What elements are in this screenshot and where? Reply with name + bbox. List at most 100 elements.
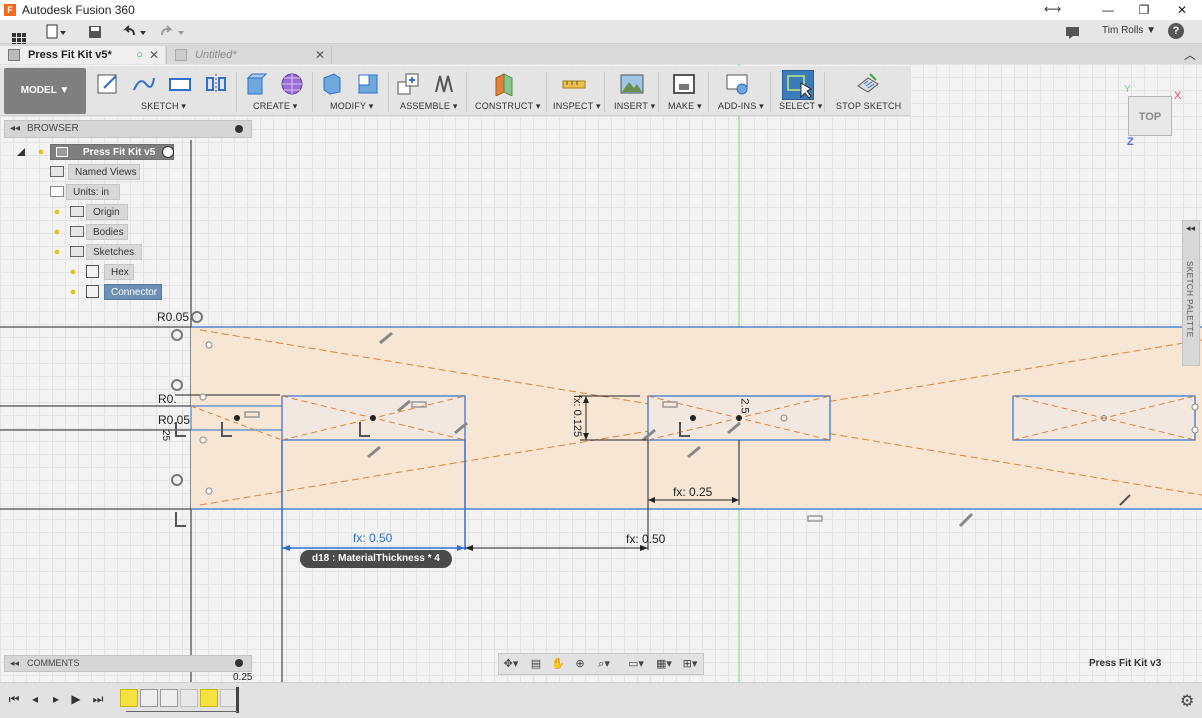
undo-icon[interactable] [120,23,150,41]
insert-menu[interactable]: INSERT ▾ [614,101,655,112]
display-settings-icon[interactable]: ▭▾ [627,657,645,671]
addins-menu[interactable]: ADD-INS ▾ [718,101,764,112]
timeline-settings-gear-icon[interactable]: ⚙ [1180,691,1194,711]
dimension-fx-050-selected[interactable]: fx: 0.50 [353,531,392,545]
timeline-feature-extrude[interactable] [120,689,138,707]
maximize-button[interactable]: ❐ [1126,0,1162,20]
tree-item-sketches[interactable]: ● Sketches [32,244,152,260]
bodies-label[interactable]: Bodies [86,224,128,240]
offset-plane-icon[interactable] [492,72,516,97]
sketches-label[interactable]: Sketches [86,244,142,260]
sketch-palette-tab[interactable]: ◂◂ SKETCH PALETTE [1182,220,1200,366]
3d-print-icon[interactable] [672,72,696,96]
timeline-feature-rolled-back[interactable] [180,689,198,707]
step-forward-icon[interactable]: ▶ [68,691,84,707]
notifications-icon[interactable] [1064,23,1082,41]
form-icon[interactable] [280,72,304,96]
comments-header[interactable]: ◂◂ COMMENTS [4,655,252,672]
viewcube[interactable]: TOP [1128,96,1172,136]
go-to-start-icon[interactable]: ⏮ [6,691,22,707]
zoom-icon[interactable]: ⊕ [571,657,589,671]
measure-icon[interactable] [562,72,586,96]
save-icon[interactable] [86,23,104,41]
rectangle-icon[interactable] [168,72,192,96]
inspect-menu[interactable]: INSPECT ▾ [553,101,601,112]
radius-dimension-mid[interactable]: R0. [158,392,177,406]
visibility-bulb-icon[interactable]: ● [50,225,64,239]
browser-options-icon[interactable] [235,125,243,133]
tree-item-origin[interactable]: ● Origin [32,204,152,220]
activate-component-icon[interactable] [162,146,174,158]
tree-item-bodies[interactable]: ● Bodies [32,224,152,240]
root-component-label[interactable]: Press Fit Kit v5 [50,144,174,160]
visibility-bulb-icon[interactable]: ● [50,245,64,259]
step-back-icon[interactable]: ◂ [27,691,43,707]
visibility-bulb-icon[interactable]: ● [34,145,48,159]
new-component-icon[interactable] [396,72,420,96]
collapse-ribbon-icon[interactable]: ︿ [1184,46,1196,63]
scripts-addins-icon[interactable] [726,72,750,96]
create-menu[interactable]: CREATE ▾ [253,101,297,112]
visibility-bulb-icon[interactable]: ● [66,265,80,279]
collapse-panel-icon[interactable]: ◂◂ [10,656,19,671]
tree-expand-icon[interactable] [16,147,26,157]
spline-icon[interactable] [132,72,156,96]
assemble-menu[interactable]: ASSEMBLE ▾ [400,101,458,112]
tree-item-hex[interactable]: ● Hex [64,264,144,280]
dimension-fx-025[interactable]: fx: 0.25 [673,485,712,499]
resize-icon[interactable]: ⟷ [1044,2,1061,16]
pan-icon[interactable]: ✋ [549,657,567,671]
fillet-icon[interactable] [356,72,380,96]
tab-untitled[interactable]: Untitled* ✕ [166,46,332,64]
workspace-switcher[interactable]: MODEL ▼ [4,68,86,114]
add-comment-icon[interactable] [235,659,243,667]
dimension-fx-050[interactable]: fx: 0.50 [626,532,665,546]
fit-icon[interactable]: ⌕▾ [595,657,613,671]
mirror-icon[interactable] [204,72,228,96]
tree-item-root[interactable]: ● Press Fit Kit v5 [16,144,196,160]
tree-item-units[interactable]: Units: in [48,184,128,200]
help-icon[interactable]: ? [1168,23,1184,39]
units-label[interactable]: Units: in [66,184,120,200]
close-button[interactable]: ✕ [1164,0,1200,20]
tab-press-fit-kit[interactable]: Press Fit Kit v5* ○ ✕ [0,46,165,64]
redo-icon[interactable] [158,23,188,41]
timeline-feature-extrude[interactable] [200,689,218,707]
insert-image-icon[interactable] [620,72,644,96]
stop-sketch-button[interactable]: STOP SKETCH [836,101,901,111]
look-at-icon[interactable]: ▤ [527,657,545,671]
visibility-bulb-icon[interactable]: ● [50,205,64,219]
vertical-dimension-right[interactable]: 2.5 [739,398,751,413]
grid-settings-icon[interactable]: ▦▾ [655,657,673,671]
close-tab-icon[interactable]: ✕ [315,46,325,64]
extrude-icon[interactable] [244,72,268,96]
minimize-button[interactable]: — [1090,0,1126,20]
tree-item-connector[interactable]: ● Connector [64,284,174,300]
viewports-icon[interactable]: ⊞▾ [681,657,699,671]
select-menu[interactable]: SELECT ▾ [779,101,822,112]
user-menu[interactable]: Tim Rolls ▼ [1102,25,1156,36]
radius-dimension-lower[interactable]: R0.05 [158,413,190,427]
collapse-panel-icon[interactable]: ◂◂ [10,121,20,137]
timeline-feature-sketch[interactable] [140,689,158,707]
file-menu-icon[interactable] [44,23,68,41]
timeline-marker[interactable] [236,687,239,713]
browser-header[interactable]: ◂◂ BROWSER [4,120,252,138]
go-to-end-icon[interactable]: ⏭ [90,691,106,707]
visibility-bulb-icon[interactable]: ● [66,285,80,299]
play-icon[interactable]: ▸ [48,691,64,707]
select-tool-icon[interactable] [782,70,814,100]
hex-sketch-label[interactable]: Hex [104,264,134,280]
origin-label[interactable]: Origin [86,204,128,220]
radius-dimension-top[interactable]: R0.05 [157,310,189,324]
press-pull-icon[interactable] [320,72,344,96]
timeline-feature-sketch[interactable] [160,689,178,707]
construct-menu[interactable]: CONSTRUCT ▾ [475,101,541,112]
data-panel-grid-icon[interactable] [10,23,28,47]
close-tab-icon[interactable]: ✕ [149,46,159,64]
stop-sketch-icon[interactable] [856,72,880,96]
expand-palette-icon[interactable]: ◂◂ [1186,223,1195,234]
modify-menu[interactable]: MODIFY ▾ [330,101,373,112]
small-dimension[interactable]: 25 [160,430,171,441]
connector-sketch-label[interactable]: Connector [104,284,162,300]
